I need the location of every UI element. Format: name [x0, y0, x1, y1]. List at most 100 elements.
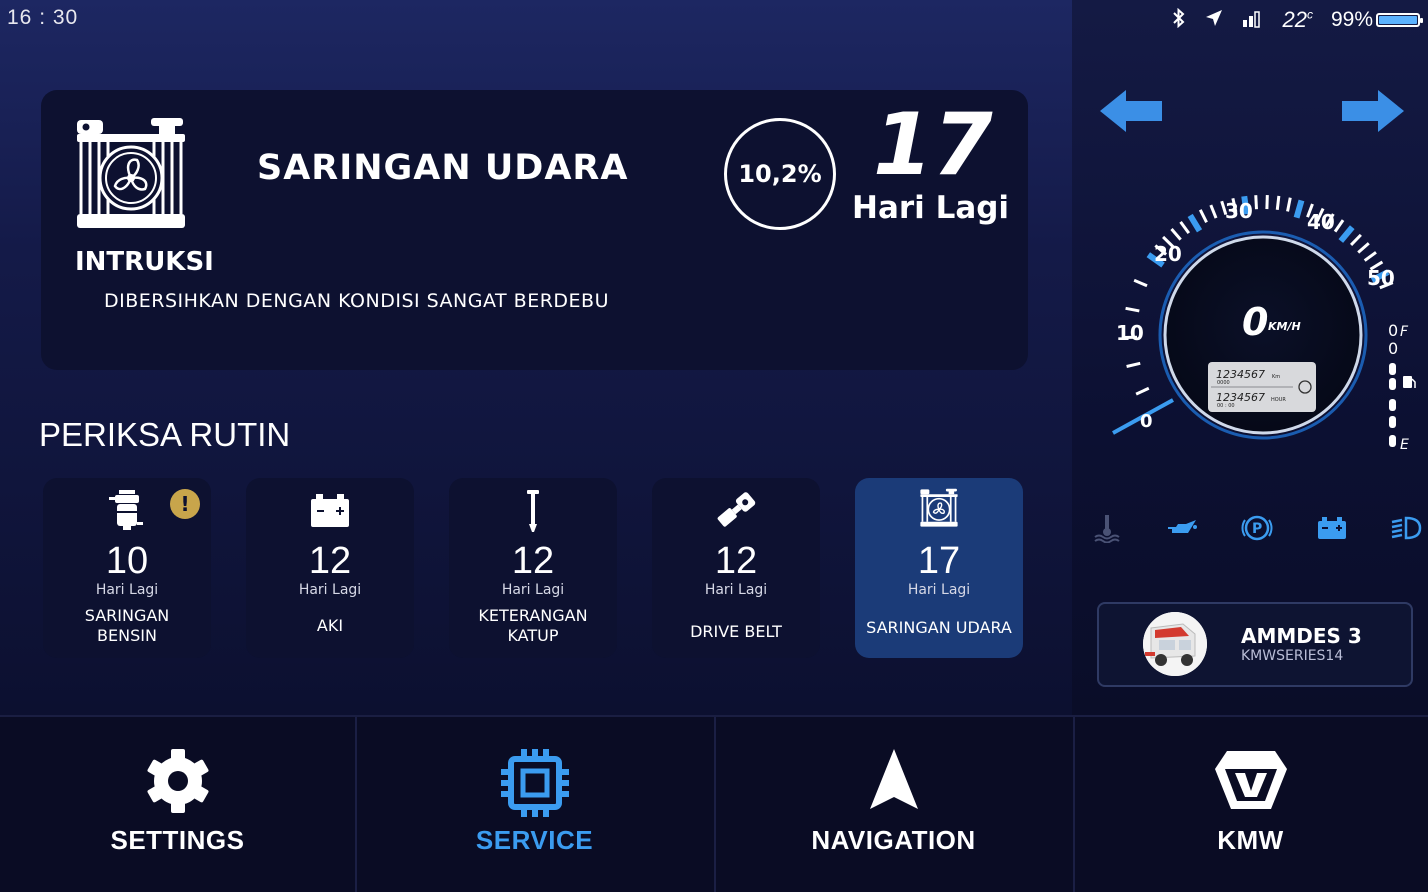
car-battery-icon: [246, 488, 414, 532]
minor-tick: [1126, 308, 1140, 311]
vehicle-name: AMMDES 3: [1241, 624, 1362, 648]
coolant-temp-icon: [1092, 513, 1122, 543]
speed-unit: KM/H: [1268, 320, 1301, 333]
tile-unit: Hari Lagi: [855, 582, 1023, 598]
tile-label: SARINGAN BENSIN: [43, 606, 211, 646]
vehicle-avatar: [1143, 612, 1207, 676]
nav-kmw[interactable]: KMW: [1073, 717, 1428, 892]
svg-text:P: P: [1252, 521, 1262, 537]
minor-tick: [1277, 196, 1279, 210]
instruction-text: DIBERSIHKAN DENGAN KONDISI SANGAT BERDEB…: [104, 290, 609, 312]
hour-meter-sub: 00 : 00: [1217, 403, 1235, 409]
temperature-unit: c: [1307, 8, 1313, 22]
tile-label: KETERANGAN KATUP: [449, 606, 617, 646]
odometer-unit: Km: [1272, 374, 1280, 380]
battery-fill: [1379, 16, 1417, 24]
minor-tick: [1211, 205, 1216, 218]
minor-tick: [1200, 210, 1206, 223]
speedometer: 0 10 20 30 40 50 0 KM/H 1234567 Km 0000 …: [1080, 165, 1420, 465]
bluetooth-icon: [1172, 8, 1186, 33]
instruction-card: SARINGAN UDARA INTRUKSI DIBERSIHKAN DENG…: [41, 90, 1028, 370]
major-tick: [1190, 215, 1199, 230]
oil-pressure-icon: [1166, 515, 1198, 541]
tile-days: 12: [652, 540, 820, 583]
tick-label-50: 50: [1367, 266, 1395, 290]
nav-navigation-label: NAVIGATION: [714, 825, 1073, 856]
fuel-top-zero: 0: [1388, 321, 1398, 340]
chip-icon: [355, 747, 714, 817]
minor-tick: [1256, 195, 1257, 209]
routine-tile-drive-belt[interactable]: 12 Hari Lagi DRIVE BELT: [652, 478, 820, 658]
temperature-readout: 22c: [1282, 7, 1312, 33]
odometer-sub: 0000: [1217, 380, 1230, 386]
parking-brake-icon: P: [1241, 512, 1273, 544]
routine-tile-fuel-filter[interactable]: ! 10 Hari Lagi SARINGAN BENSIN: [43, 478, 211, 658]
minor-tick: [1181, 222, 1189, 233]
navigation-arrow-icon: [714, 747, 1073, 817]
turn-right-icon[interactable]: [1342, 88, 1404, 134]
nav-kmw-label: KMW: [1073, 825, 1428, 856]
hour-meter-unit: HOUR: [1271, 397, 1286, 403]
fuel-pump-icon: [1403, 376, 1415, 388]
tile-label: SARINGAN UDARA: [855, 618, 1023, 638]
percent-value: 10,2%: [738, 160, 821, 188]
percent-ring: 10,2%: [724, 118, 836, 230]
tile-days: 12: [246, 540, 414, 583]
minor-tick: [1335, 220, 1343, 231]
radiator-fan-icon: [73, 116, 189, 232]
nav-settings-label: SETTINGS: [0, 825, 355, 856]
battery-icon: [1376, 13, 1420, 27]
turn-left-icon[interactable]: [1100, 88, 1162, 134]
major-tick: [1297, 200, 1302, 217]
drive-belt-icon: [652, 488, 820, 532]
tile-unit: Hari Lagi: [43, 582, 211, 598]
tile-label: DRIVE BELT: [652, 622, 820, 642]
battery-percent: 99%: [1331, 8, 1373, 32]
battery-warning-icon: [1317, 515, 1347, 541]
section-title: PERIKSA RUTIN: [39, 416, 290, 454]
kmw-logo-icon: [1073, 747, 1428, 817]
fuel-full-label: F: [1400, 324, 1409, 340]
tick-label-0: 0: [1140, 411, 1153, 432]
bottom-navigation: SETTINGS SERVICE NAVIGATION: [0, 715, 1428, 892]
status-bar-right: 22c 99%: [1172, 6, 1420, 34]
tile-days: 10: [43, 540, 211, 583]
tile-days: 17: [855, 540, 1023, 583]
minor-tick: [1136, 388, 1149, 394]
battery-status: 99%: [1331, 8, 1420, 32]
minor-tick: [1288, 198, 1291, 212]
days-remaining: 17: [873, 102, 993, 188]
vehicle-card[interactable]: AMMDES 3 KMWSERIES14: [1097, 602, 1413, 687]
tick-label-30: 30: [1225, 199, 1253, 223]
odometer-display: 1234567 Km 0000 1234567 HOUR 00 : 00: [1208, 362, 1316, 412]
fuel-empty-label: E: [1400, 437, 1409, 453]
fuel-gauge: 0 F 0 E: [1388, 321, 1415, 453]
minor-tick: [1127, 363, 1141, 366]
status-time: 16 : 30: [7, 6, 78, 30]
speedometer-dial: 0 10 20 30 40 50 0 KM/H 1234567 Km 0000 …: [1080, 165, 1420, 465]
routine-tile-valve[interactable]: 12 Hari Lagi KETERANGAN KATUP: [449, 478, 617, 658]
warning-badge: !: [170, 489, 200, 519]
tick-label-40: 40: [1307, 210, 1335, 234]
location-arrow-icon: [1204, 8, 1224, 33]
tick-label-20: 20: [1154, 242, 1182, 266]
gear-icon: [0, 747, 355, 817]
valve-icon: [449, 488, 617, 532]
major-tick: [1341, 227, 1352, 241]
tile-label: AKI: [246, 616, 414, 636]
speed-value: 0: [1242, 300, 1268, 344]
tile-unit: Hari Lagi: [449, 582, 617, 598]
minor-tick: [1134, 280, 1147, 285]
temperature-value: 22: [1282, 7, 1306, 32]
routine-tile-air-filter[interactable]: 17 Hari Lagi SARINGAN UDARA: [855, 478, 1023, 658]
tile-unit: Hari Lagi: [246, 582, 414, 598]
minor-tick: [1365, 252, 1376, 260]
minor-tick: [1351, 235, 1361, 245]
nav-navigation[interactable]: NAVIGATION: [714, 717, 1075, 892]
nav-service[interactable]: SERVICE: [355, 717, 716, 892]
headlight-icon: [1390, 514, 1422, 542]
radiator-fan-icon: [855, 488, 1023, 532]
routine-tile-battery[interactable]: 12 Hari Lagi AKI: [246, 478, 414, 658]
nav-settings[interactable]: SETTINGS: [0, 717, 357, 892]
nav-service-label: SERVICE: [355, 825, 714, 856]
